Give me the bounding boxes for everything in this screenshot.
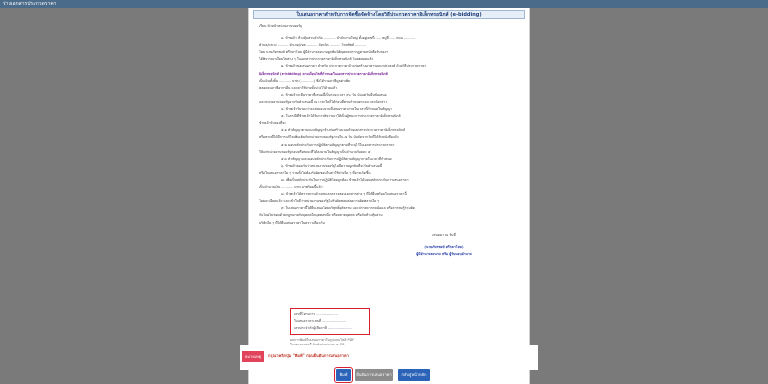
doc-line: ๒. ข้าพเจ้าขอเสนอราคา สำหรับ ประกวดราคาจ… — [281, 64, 427, 69]
tax-id: เลขประจำตัวผู้เสียภาษี .................… — [294, 326, 352, 331]
doc-line: ๔. ข้าพเจ้ารับรองว่าจะส่งมอบงานที่เสนอรา… — [281, 107, 392, 112]
doc-line: ๕.๑ ทำสัญญาตามแบบสัญญาจ้างก่อสร้างแนบท้า… — [281, 128, 405, 133]
doc-line: ๙. ใบเสนอราคานี้ได้ยื่นเสนอโดยบริสุทธิ์ย… — [281, 206, 416, 211]
doc-line: โดย นายภัทรพงษ์ ศรีกลาโหม ผู้มีอำนาจลงนา… — [259, 50, 388, 55]
back-to-main-button[interactable]: กลับสู่หน้าหลัก — [398, 369, 430, 381]
doc-line: เป็นจำนวนเงิน ........... บาท มาพร้อมนี้… — [259, 185, 323, 190]
doc-line: ให้แก่หน่วยงานของรัฐก่อนหรือขณะที่ได้ลงน… — [259, 149, 371, 154]
doc-line: กันโดยไม่ชอบด้วยกฎหมายกับบุคคลใดบุคคลหนึ… — [259, 213, 383, 218]
document-body: เรียน หัวหน้าหน่วยงานของรัฐ ๑. ข้าพเจ้า … — [249, 19, 529, 258]
document-header: ใบเสนอราคาสำหรับการจัดซื้อจัดจ้างโดยวิธี… — [253, 10, 525, 19]
notice-text: กรุณาคลิกปุ่ม "พิมพ์" ก่อนยืนยันการเสนอร… — [268, 353, 349, 358]
doc-line: ๓. ข้าพเจ้าจะยืนราคาที่เสนอนี้เป็นระยะเว… — [281, 92, 387, 97]
doc-line: ๕. ในกรณีที่ข้าพเจ้าได้รับการพิจารณาให้เ… — [281, 114, 401, 119]
print-button[interactable]: พิมพ์ — [334, 367, 353, 383]
project-number: เลขที่โครงการ .................... — [294, 312, 338, 316]
doc-line: ๖. ข้าพเจ้ายอมรับว่าหน่วยงานของรัฐไม่มีค… — [281, 163, 383, 168]
window-title: ร่างเอกสารประกวดราคา — [3, 1, 57, 7]
doc-line: หรือตามที่ได้มีการแก้ไขเพิ่มเติมกับหน่วย… — [259, 135, 399, 140]
confirm-bid-button[interactable]: ยืนยันการเสนอราคา — [355, 369, 393, 381]
doc-line: ๕.๒ มอบหลักประกันการปฏิบัติตามสัญญาตามที… — [281, 142, 395, 147]
doc-line: ๗. เพื่อเป็นหลักประกันในการปฏิบัติโดยถูก… — [281, 177, 409, 182]
doc-line: อิเล็กทรอนิกส์ (e-bidding) ตามเงื่อนไขที… — [259, 71, 388, 76]
doc-line: ข้าพเจ้ารับรองที่จะ — [259, 121, 287, 126]
signer-title: ผู้มีอำนาจลงนาม หรือ ผู้รับมอบอำนาจ — [416, 251, 472, 256]
doc-line: ๑. ข้าพเจ้า ห้างหุ้นส่วนจำกัด ..........… — [281, 36, 415, 41]
closing-text: เสนอมา ณ วันที่ — [432, 232, 456, 237]
doc-line: หรือใบเสนอราคาใด ๆ รวมทั้งไม่ต้องรับผิดช… — [259, 170, 371, 175]
doc-line: โดยละเอียดแล้ว และเข้าใจดีว่าหน่วยงานของ… — [259, 199, 380, 204]
highlighted-bid-info: เลขที่โครงการ .................... ใบเสน… — [290, 308, 370, 335]
salutation: เรียน หัวหน้าหน่วยงานของรัฐ — [259, 24, 302, 28]
doc-line: ตำบล/แขวง .......... อำเภอ/เขต .........… — [259, 43, 366, 48]
doc-line: ตลอดจนภาษีอากรอื่น และค่าใช้จ่ายทั้งปวงไ… — [259, 85, 338, 90]
doc-line: บริษัทใด ๆ ที่ได้ยื่นเสนอราคาในคราวเดียว… — [259, 220, 325, 225]
signer-name: (นายภัทรพงษ์ ศรีกลาโหม) — [424, 244, 464, 249]
doc-line: เป็นเงินทั้งสิ้น ........... บาท (......… — [259, 78, 351, 83]
doc-line: ๕.๓ ทำสัญญาและมอบหลักประกันการปฏิบัติตาม… — [281, 156, 392, 161]
doc-line: ๘. ข้าพเจ้าได้ตรวจทานตัวเลขและตรวจสอบเอก… — [281, 192, 407, 197]
doc-line: ได้พิจารณาเงื่อนไขต่าง ๆ ในเอกสารประกวดร… — [259, 57, 374, 62]
doc-line: และหน่วยงานของรัฐอาจรับคำเสนอนี้ ณ เวลาใ… — [259, 99, 388, 104]
window-title-bar: ร่างเอกสารประกวดราคา — [0, 0, 768, 8]
notice-badge: หมายเหตุ — [242, 351, 264, 362]
quotation-number: ใบเสนอราคาเลขที่ ...................... — [294, 319, 346, 324]
